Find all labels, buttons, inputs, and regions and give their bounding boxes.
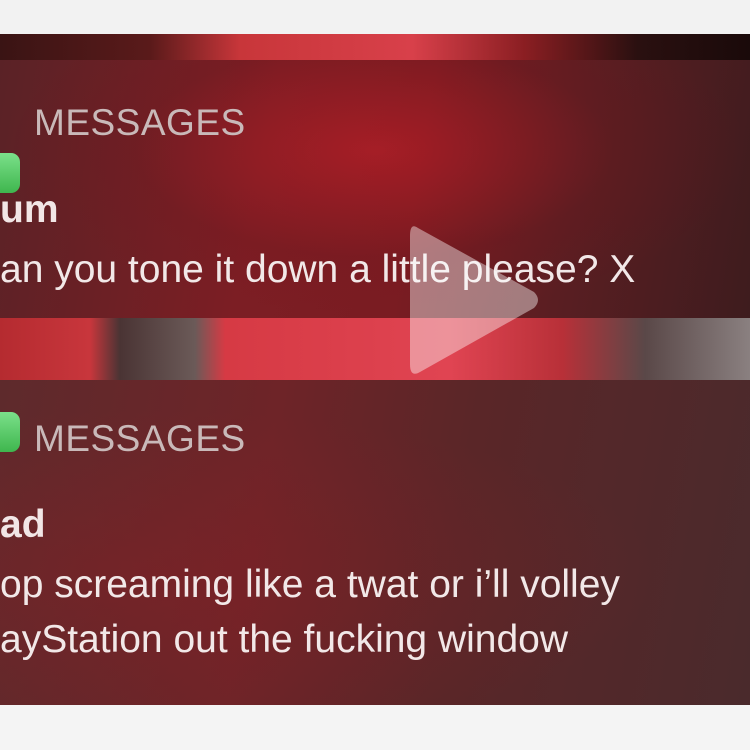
play-icon[interactable] bbox=[406, 218, 542, 382]
notification-message-line: op screaming like a twat or i’ll volley bbox=[0, 563, 620, 606]
notification-app-name: MESSAGES bbox=[34, 102, 246, 143]
messages-app-icon bbox=[0, 153, 20, 193]
notification-app-name: MESSAGES bbox=[34, 418, 246, 459]
notification-message-line: ayStation out the fucking window bbox=[0, 618, 569, 661]
messages-app-icon bbox=[0, 412, 20, 452]
message-notification-1[interactable]: MESSAGES um an you tone it down a little… bbox=[0, 60, 750, 318]
bottom-background bbox=[0, 705, 750, 750]
screenshot-stage: MESSAGES um an you tone it down a little… bbox=[0, 0, 750, 750]
notification-sender: ad bbox=[0, 503, 46, 546]
notification-sender: um bbox=[0, 188, 59, 231]
video-backdrop-middle bbox=[0, 318, 750, 388]
message-notification-2[interactable]: MESSAGES ad op screaming like a twat or … bbox=[0, 380, 750, 705]
